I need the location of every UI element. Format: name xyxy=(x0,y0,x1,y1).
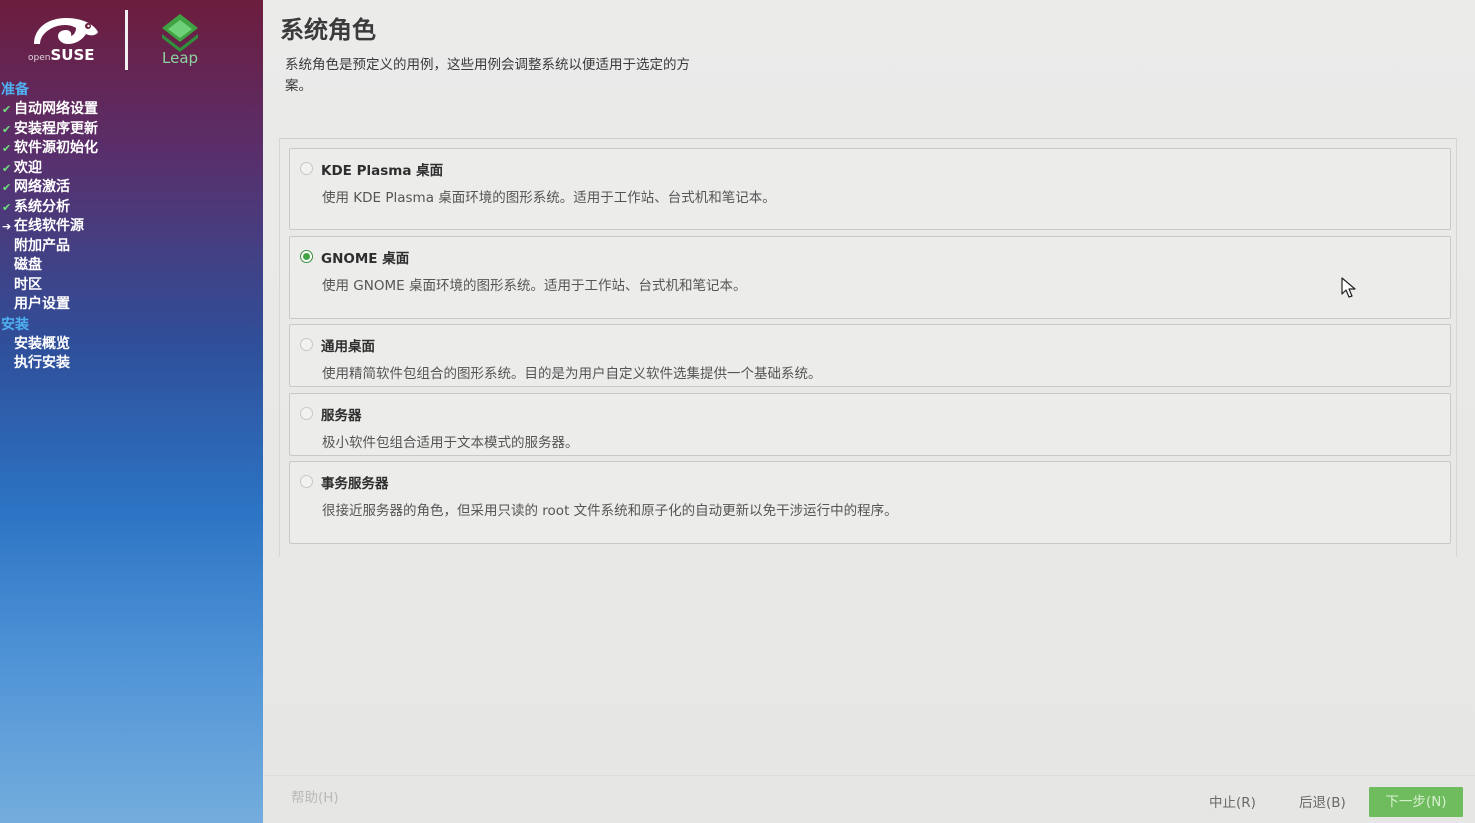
step-label: 在线软件源 xyxy=(14,218,84,234)
main-panel: 系统角色 系统角色是预定义的用例，这些用例会调整系统以便适用于选定的方案。 KD… xyxy=(263,0,1475,823)
next-button[interactable]: 下一步(N) xyxy=(1369,787,1463,817)
step-item: ✔ 安装程序更新 xyxy=(0,120,263,140)
role-description: 使用 GNOME 桌面环境的图形系统。适用于工作站、台式机和笔记本。 xyxy=(322,278,747,294)
role-label: GNOME 桌面 xyxy=(321,251,410,267)
check-icon: ✔ xyxy=(2,161,12,175)
check-icon: ✔ xyxy=(2,142,12,155)
page-title: 系统角色 xyxy=(280,16,376,44)
help-button[interactable]: 帮助(H) xyxy=(291,786,339,806)
radio-button[interactable] xyxy=(300,338,313,351)
opensuse-gecko-logo xyxy=(34,18,98,44)
radio-button[interactable] xyxy=(300,162,313,175)
check-icon: ✔ xyxy=(2,181,12,194)
step-item: 附加产品 xyxy=(0,237,263,257)
radio-button[interactable] xyxy=(300,475,313,488)
page-description: 系统角色是预定义的用例，这些用例会调整系统以便适用于选定的方案。 xyxy=(285,57,690,94)
step-label: 附加产品 xyxy=(14,237,70,254)
radio-button[interactable] xyxy=(300,407,313,420)
step-label: 欢迎 xyxy=(14,159,42,176)
role-label: KDE Plasma 桌面 xyxy=(321,163,444,179)
step-item: ✔ 网络激活 xyxy=(0,178,263,198)
role-option-gnome[interactable]: GNOME 桌面 使用 GNOME 桌面环境的图形系统。适用于工作站、台式机和笔… xyxy=(289,236,1451,319)
check-icon: ✔ xyxy=(2,122,12,136)
role-option-server[interactable]: 服务器 极小软件包组合适用于文本模式的服务器。 xyxy=(289,393,1451,456)
steps-header-prepare: 准备 xyxy=(1,82,29,98)
role-description: 使用 KDE Plasma 桌面环境的图形系统。适用于工作站、台式机和笔记本。 xyxy=(322,190,776,206)
role-description: 很接近服务器的角色，但采用只读的 root 文件系统和原子化的自动更新以免干涉运… xyxy=(322,503,898,519)
step-label: 系统分析 xyxy=(14,198,70,215)
step-item: 磁盘 xyxy=(0,256,263,276)
leap-wordmark: Leap xyxy=(162,49,199,67)
abort-button[interactable]: 中止(R) xyxy=(1209,791,1256,811)
role-description: 使用精简软件包组合的图形系统。目的是为用户自定义软件选集提供一个基础系统。 xyxy=(322,366,822,382)
step-label: 执行安装 xyxy=(14,355,70,371)
step-item: ✔ 自动网络设置 xyxy=(0,100,263,120)
step-label: 安装概览 xyxy=(14,335,70,352)
step-item: ✔ 欢迎 xyxy=(0,159,263,179)
mouse-pointer-icon xyxy=(1341,277,1356,298)
role-option-generic-desktop[interactable]: 通用桌面 使用精简软件包组合的图形系统。目的是为用户自定义软件选集提供一个基础系… xyxy=(289,324,1451,387)
role-label: 事务服务器 xyxy=(321,476,389,492)
step-item: 用户设置 xyxy=(0,295,263,315)
step-label: 自动网络设置 xyxy=(14,101,98,117)
footer-divider xyxy=(263,775,1475,776)
step-item: ✔ 系统分析 xyxy=(0,198,263,218)
leap-logo-icon xyxy=(162,14,198,52)
opensuse-wordmark: openSUSE xyxy=(28,46,95,64)
step-item: ✔ 软件源初始化 xyxy=(0,139,263,159)
role-option-transactional-server[interactable]: 事务服务器 很接近服务器的角色，但采用只读的 root 文件系统和原子化的自动更… xyxy=(289,461,1451,544)
step-item: 时区 xyxy=(0,276,263,296)
step-label: 磁盘 xyxy=(14,257,42,273)
step-label: 网络激活 xyxy=(14,179,70,195)
step-item: 执行安装 xyxy=(0,354,263,374)
opensuse-wordmark-small: open xyxy=(28,53,51,63)
step-item-current: ➔ 在线软件源 xyxy=(0,217,263,237)
installation-steps: 准备 ✔ 自动网络设置 ✔ 安装程序更新 ✔ 软件源初始化 ✔ 欢迎 ✔ 网络激活 ✔ 系统… xyxy=(0,80,263,374)
installer-window: openSUSE Leap 准备 ✔ 自动网络设置 ✔ 安装程序更新 ✔ 软件源初始化… xyxy=(0,0,1475,823)
arrow-right-icon: ➔ xyxy=(2,220,12,233)
role-label: 通用桌面 xyxy=(321,339,375,355)
sidebar: openSUSE Leap 准备 ✔ 自动网络设置 ✔ 安装程序更新 ✔ 软件源初始化… xyxy=(0,0,263,823)
brand-header: openSUSE Leap xyxy=(0,0,263,80)
role-option-kde[interactable]: KDE Plasma 桌面 使用 KDE Plasma 桌面环境的图形系统。适用… xyxy=(289,148,1451,230)
step-label: 安装程序更新 xyxy=(14,120,98,137)
check-icon: ✔ xyxy=(2,103,12,116)
brand-divider xyxy=(125,10,128,70)
check-icon: ✔ xyxy=(2,200,12,214)
back-button[interactable]: 后退(B) xyxy=(1299,791,1346,811)
step-label: 软件源初始化 xyxy=(14,140,98,156)
step-item: 安装概览 xyxy=(0,335,263,355)
opensuse-wordmark-main: SUSE xyxy=(50,46,95,64)
step-label: 时区 xyxy=(14,276,42,293)
steps-header-install: 安装 xyxy=(1,316,29,333)
step-label: 用户设置 xyxy=(14,296,70,312)
role-description: 极小软件包组合适用于文本模式的服务器。 xyxy=(322,435,579,451)
role-label: 服务器 xyxy=(321,408,362,424)
radio-button-checked[interactable] xyxy=(300,250,313,263)
